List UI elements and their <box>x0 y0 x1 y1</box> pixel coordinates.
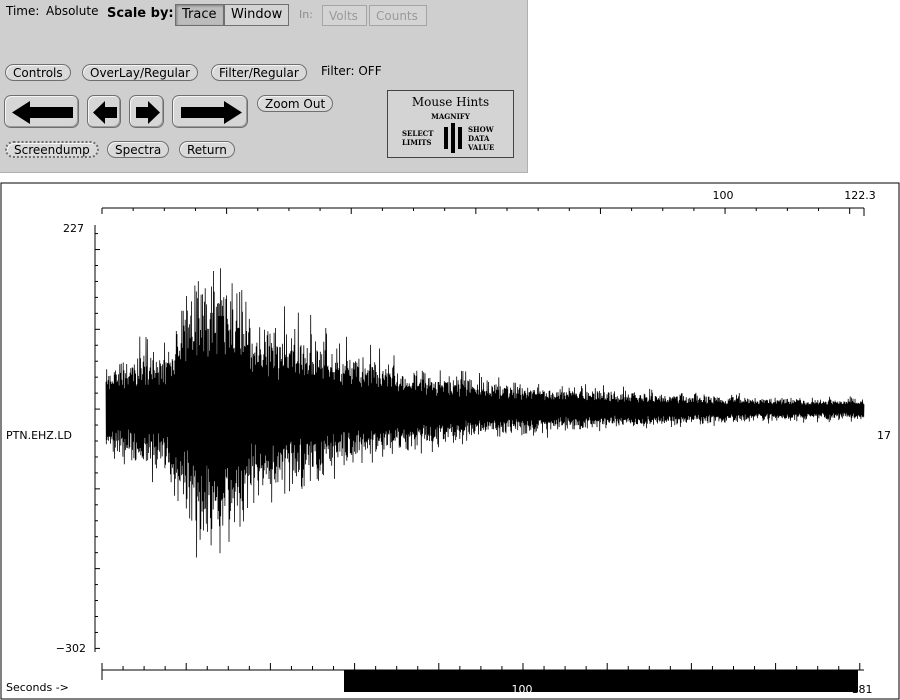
top-axis-tick-label: 122.3 <box>844 189 876 202</box>
waveform-trace <box>105 268 865 558</box>
amplitude-axis <box>94 225 100 652</box>
y-max-label: 227 <box>63 222 84 235</box>
top-axis-tick-label: 100 <box>713 189 734 202</box>
top-time-axis <box>101 207 865 216</box>
y-min-label: −302 <box>56 642 86 655</box>
trace-right-value: 17 <box>877 429 891 442</box>
seconds-axis-label: Seconds -> <box>6 681 69 694</box>
bottom-axis-tick-label: 181 <box>852 683 873 696</box>
window-scroll-bar[interactable] <box>344 670 858 692</box>
bottom-axis-tick-label: 100 <box>512 683 533 696</box>
trace-station-label: PTN.EHZ.LD <box>6 429 72 442</box>
seismogram-plot[interactable]: 100 122.3 227 −302 PTN.EHZ.LD 17 Seconds… <box>0 0 900 700</box>
